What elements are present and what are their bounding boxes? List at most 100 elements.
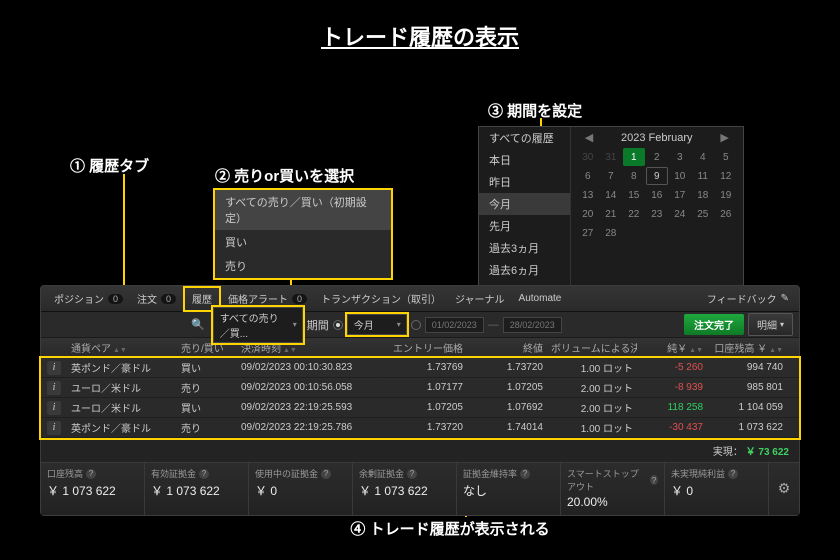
guide-line [540,118,542,126]
tab-transactions[interactable]: トランザクション（取引） [314,286,448,312]
calendar-day[interactable]: 12 [715,167,737,185]
cell-close: 1.73720 [467,362,547,373]
side-dropdown-expanded[interactable]: すべての売り／買い（初期設定） 買い 売り [213,188,393,280]
footer-summary: 口座残高?￥ 1 073 622有効証拠金?￥ 1 073 622使用中の証拠金… [41,462,799,515]
info-icon[interactable]: i [47,381,61,395]
period-option[interactable]: すべての履歴 [479,127,570,149]
help-icon[interactable]: ? [199,469,209,479]
side-option-all[interactable]: すべての売り／買い（初期設定） [215,190,391,230]
calendar-day[interactable]: 3 [669,148,691,166]
calendar-day[interactable]: 8 [623,167,645,185]
info-icon[interactable]: i [47,421,61,435]
calendar-day[interactable]: 2 [646,148,668,166]
period-option[interactable]: 過去6ヵ月 [479,259,570,281]
period-radio-preset[interactable] [333,320,343,330]
annotation-1: ① 履歴タブ [70,155,149,176]
footer-cell: 口座残高?￥ 1 073 622 [41,463,145,515]
col-close[interactable]: 終値 [467,340,547,355]
calendar-day[interactable]: 15 [623,186,645,204]
tab-positions[interactable]: ポジション0 [47,286,130,312]
calendar-day[interactable]: 23 [646,205,668,223]
side-select[interactable]: すべての売り／買... [213,307,303,343]
calendar-day[interactable]: 14 [600,186,622,204]
annotation-4: ④ トレード履歴が表示される [320,518,580,539]
tab-journal[interactable]: ジャーナル [448,286,512,312]
calendar-day[interactable]: 18 [692,186,714,204]
col-net[interactable]: 純￥▲▼ [637,340,707,355]
calendar-day[interactable]: 1 [623,148,645,166]
period-option[interactable]: 昨日 [479,171,570,193]
calendar-day[interactable]: 20 [577,205,599,223]
guide-line [123,174,125,290]
cell-net: 118 258 [637,402,707,413]
cell-entry: 1.07177 [387,382,467,393]
calendar-day[interactable]: 27 [577,224,599,242]
calendar-day[interactable]: 21 [600,205,622,223]
calendar-day[interactable]: 11 [692,167,714,185]
calendar-day[interactable]: 22 [623,205,645,223]
help-icon[interactable]: ? [650,475,658,485]
cell-entry: 1.07205 [387,402,467,413]
help-icon[interactable]: ? [321,469,331,479]
calendar-day[interactable]: 25 [692,205,714,223]
cell-time: 09/02/2023 00:10:30.823 [237,362,387,373]
detail-button[interactable]: 明細▾ [748,313,793,336]
date-from[interactable]: 01/02/2023 [425,317,484,333]
side-option-sell[interactable]: 売り [215,254,391,278]
calendar-day[interactable]: 7 [600,167,622,185]
calendar-day[interactable]: 13 [577,186,599,204]
tab-orders[interactable]: 注文0 [130,286,183,312]
table-header: 通貨ペア▲▼ 売り/買い 決済時刻▲▼ エントリー価格 終値 ボリュームによる決… [41,338,799,358]
date-to[interactable]: 28/02/2023 [503,317,562,333]
cal-next-icon[interactable]: ▶ [716,131,732,144]
table-row[interactable]: i英ポンド／豪ドル売り09/02/2023 22:19:25.7861.7372… [41,418,799,438]
calendar-day[interactable]: 4 [692,148,714,166]
cell-net: -30 437 [637,422,707,433]
help-icon[interactable]: ? [728,469,738,479]
period-option[interactable]: 過去3ヵ月 [479,237,570,259]
gear-icon[interactable]: ⚙ [778,480,791,497]
info-icon[interactable]: i [47,361,61,375]
period-option[interactable]: 今月 [479,193,570,215]
help-icon[interactable]: ? [520,469,530,479]
cell-net: -8 939 [637,382,707,393]
cell-vol: 1.00 ロット [547,360,637,375]
calendar-day[interactable]: 19 [715,186,737,204]
calendar-day[interactable]: 10 [669,167,691,185]
period-select[interactable]: 今月 [347,314,407,335]
table-row[interactable]: iユーロ／米ドル売り09/02/2023 00:10:56.0581.07177… [41,378,799,398]
calendar-day[interactable]: 31 [600,148,622,166]
calendar-day[interactable]: 24 [669,205,691,223]
calendar-day[interactable]: 6 [577,167,599,185]
calendar-day[interactable]: 16 [646,186,668,204]
orders-done-button[interactable]: 注文完了 [684,314,744,335]
col-vol[interactable]: ボリュームによる決済 [547,340,637,355]
tab-bar: ポジション0 注文0 履歴 価格アラート0 トランザクション（取引） ジャーナル… [41,286,799,312]
cell-side: 売り [177,420,237,435]
col-bal[interactable]: 口座残高 ￥▲▼ [707,340,787,355]
cell-pair: 英ポンド／豪ドル [67,420,177,435]
cell-side: 売り [177,380,237,395]
calendar-day[interactable]: 28 [600,224,622,242]
col-entry[interactable]: エントリー価格 [387,340,467,355]
calendar-day[interactable]: 17 [669,186,691,204]
calendar-day[interactable]: 5 [715,148,737,166]
calendar-day[interactable]: 26 [715,205,737,223]
cal-prev-icon[interactable]: ◀ [581,131,597,144]
calendar-day[interactable]: 9 [646,167,668,185]
period-option[interactable]: 本日 [479,149,570,171]
col-pair[interactable]: 通貨ペア▲▼ [67,340,177,355]
period-option[interactable]: 先月 [479,215,570,237]
calendar-day[interactable]: 30 [577,148,599,166]
table-row[interactable]: i英ポンド／豪ドル買い09/02/2023 00:10:30.8231.7376… [41,358,799,378]
help-icon[interactable]: ? [86,469,96,479]
search-icon[interactable]: 🔍 [191,318,209,331]
tab-automate[interactable]: Automate [512,286,569,312]
side-option-buy[interactable]: 買い [215,230,391,254]
period-radio-range[interactable] [411,320,421,330]
info-icon[interactable]: i [47,401,61,415]
help-icon[interactable]: ? [407,469,417,479]
annotation-3: ③ 期間を設定 [488,100,582,121]
feedback-link[interactable]: フィードバック✎ [707,291,793,306]
table-row[interactable]: iユーロ／米ドル買い09/02/2023 22:19:25.5931.07205… [41,398,799,418]
